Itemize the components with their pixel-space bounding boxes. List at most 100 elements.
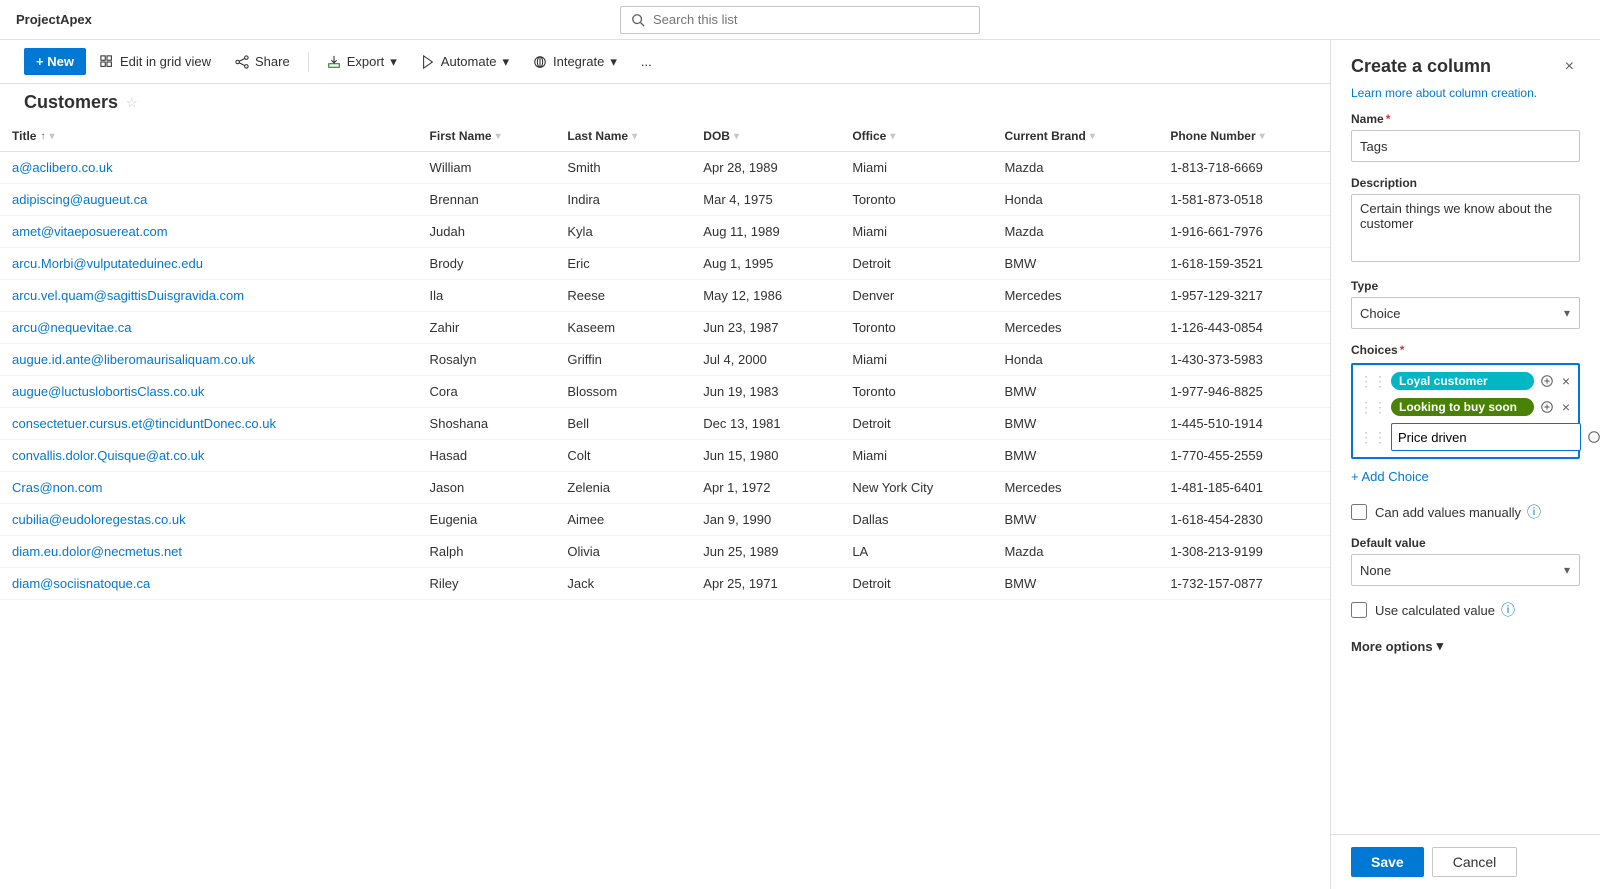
cell-firstName: Hasad xyxy=(418,440,556,472)
toolbar: + New Edit in grid view Share Export ▾ A… xyxy=(0,40,1330,84)
filter-title-icon[interactable]: ▾ xyxy=(49,131,54,142)
col-lastname[interactable]: Last Name ▾ xyxy=(555,121,691,152)
cell-dob: Jun 25, 1989 xyxy=(691,536,840,568)
cell-title[interactable]: arcu@nequevitae.ca xyxy=(0,312,418,344)
cancel-button[interactable]: Cancel xyxy=(1432,847,1518,877)
new-button[interactable]: + New xyxy=(24,48,86,75)
table-row: arcu.vel.quam@sagittisDuisgravida.comIla… xyxy=(0,280,1330,312)
use-calculated-label[interactable]: Use calculated value ⓘ xyxy=(1375,600,1515,620)
type-label: Type xyxy=(1351,279,1580,293)
favorite-icon[interactable]: ☆ xyxy=(126,95,138,111)
cell-title[interactable]: arcu.vel.quam@sagittisDuisgravida.com xyxy=(0,280,418,312)
cell-office: Denver xyxy=(840,280,992,312)
integrate-icon xyxy=(533,55,547,69)
cell-title[interactable]: adipiscing@augueut.ca xyxy=(0,184,418,216)
description-textarea[interactable] xyxy=(1351,194,1580,262)
name-input[interactable] xyxy=(1351,130,1580,162)
cell-lastName: Kyla xyxy=(555,216,691,248)
edit-grid-button[interactable]: Edit in grid view xyxy=(90,48,221,75)
cell-title[interactable]: augue@luctuslobortisClass.co.uk xyxy=(0,376,418,408)
default-value-select[interactable]: None xyxy=(1351,554,1580,586)
col-title[interactable]: Title ↑ ▾ xyxy=(0,121,418,152)
drag-handle-2[interactable]: ⋮⋮ xyxy=(1359,399,1387,416)
description-label: Description xyxy=(1351,176,1580,190)
choice-edit-btn-1[interactable] xyxy=(1538,372,1556,390)
cell-firstName: Jason xyxy=(418,472,556,504)
export-button[interactable]: Export ▾ xyxy=(317,48,407,76)
cell-title[interactable]: diam@sociisnatoque.ca xyxy=(0,568,418,600)
more-options-button[interactable]: More options ▾ xyxy=(1351,634,1443,658)
cell-office: New York City xyxy=(840,472,992,504)
cell-firstName: Zahir xyxy=(418,312,556,344)
cell-lastName: Blossom xyxy=(555,376,691,408)
close-panel-button[interactable]: × xyxy=(1559,56,1580,78)
choice-color-btn-new[interactable] xyxy=(1585,428,1600,446)
cell-lastName: Zelenia xyxy=(555,472,691,504)
can-add-manually-checkbox[interactable] xyxy=(1351,504,1367,520)
use-calculated-checkbox[interactable] xyxy=(1351,602,1367,618)
cell-dob: Jun 15, 1980 xyxy=(691,440,840,472)
cell-title[interactable]: Cras@non.com xyxy=(0,472,418,504)
share-button[interactable]: Share xyxy=(225,48,300,75)
cell-firstName: Ila xyxy=(418,280,556,312)
new-choice-input[interactable] xyxy=(1391,423,1581,451)
choice-remove-btn-2[interactable]: × xyxy=(1560,397,1572,417)
drag-handle-new[interactable]: ⋮⋮ xyxy=(1359,429,1387,446)
cell-title[interactable]: diam.eu.dolor@necmetus.net xyxy=(0,536,418,568)
search-input[interactable] xyxy=(653,12,969,27)
default-value-field-group: Default value None xyxy=(1351,536,1580,586)
can-add-info-icon[interactable]: ⓘ xyxy=(1527,502,1541,522)
filter-dob-icon[interactable]: ▾ xyxy=(734,131,739,142)
filter-firstname-icon[interactable]: ▾ xyxy=(496,131,501,142)
cell-title[interactable]: a@aclibero.co.uk xyxy=(0,152,418,184)
cell-title[interactable]: convallis.dolor.Quisque@at.co.uk xyxy=(0,440,418,472)
sort-asc-icon: ↑ xyxy=(40,131,45,142)
automate-button[interactable]: Automate ▾ xyxy=(411,48,519,76)
cell-lastName: Kaseem xyxy=(555,312,691,344)
cell-title[interactable]: cubilia@eudoloregestas.co.uk xyxy=(0,504,418,536)
choice-edit-btn-2[interactable] xyxy=(1538,398,1556,416)
add-choice-button[interactable]: + Add Choice xyxy=(1351,465,1429,488)
cell-office: Dallas xyxy=(840,504,992,536)
table-container[interactable]: Title ↑ ▾ First Name ▾ xyxy=(0,121,1330,889)
cell-firstName: Brody xyxy=(418,248,556,280)
col-firstname[interactable]: First Name ▾ xyxy=(418,121,556,152)
col-phone[interactable]: Phone Number ▾ xyxy=(1158,121,1330,152)
cell-office: Toronto xyxy=(840,376,992,408)
cell-office: Toronto xyxy=(840,184,992,216)
table-row: a@aclibero.co.ukWilliamSmithApr 28, 1989… xyxy=(0,152,1330,184)
more-toolbar-button[interactable]: ... xyxy=(631,48,662,75)
col-dob[interactable]: DOB ▾ xyxy=(691,121,840,152)
table-row: diam.eu.dolor@necmetus.netRalphOliviaJun… xyxy=(0,536,1330,568)
choice-remove-btn-1[interactable]: × xyxy=(1560,371,1572,391)
export-chevron: ▾ xyxy=(390,54,397,70)
calculated-info-icon[interactable]: ⓘ xyxy=(1501,600,1515,620)
type-field-group: Type Choice Text Number Date Person Yes/… xyxy=(1351,279,1580,329)
cell-title[interactable]: consectetuer.cursus.et@tinciduntDonec.co… xyxy=(0,408,418,440)
app-name: ProjectApex xyxy=(16,12,92,27)
automate-chevron: ▾ xyxy=(502,54,509,70)
drag-handle-1[interactable]: ⋮⋮ xyxy=(1359,373,1387,390)
type-select[interactable]: Choice Text Number Date Person Yes/No xyxy=(1351,297,1580,329)
integrate-button[interactable]: Integrate ▾ xyxy=(523,48,627,76)
save-button[interactable]: Save xyxy=(1351,847,1424,877)
filter-phone-icon[interactable]: ▾ xyxy=(1260,131,1265,142)
cell-currentBrand: BMW xyxy=(992,440,1158,472)
integrate-chevron: ▾ xyxy=(610,54,617,70)
cell-title[interactable]: augue.id.ante@liberomaurisaliquam.co.uk xyxy=(0,344,418,376)
cell-currentBrand: BMW xyxy=(992,376,1158,408)
col-brand[interactable]: Current Brand ▾ xyxy=(992,121,1158,152)
col-office[interactable]: Office ▾ xyxy=(840,121,992,152)
list-title: Customers xyxy=(24,92,118,113)
list-header: Customers ☆ xyxy=(0,84,1330,121)
cell-title[interactable]: amet@vitaeposuereat.com xyxy=(0,216,418,248)
filter-brand-icon[interactable]: ▾ xyxy=(1090,131,1095,142)
filter-office-icon[interactable]: ▾ xyxy=(890,131,895,142)
cell-phoneNumber: 1-445-510-1914 xyxy=(1158,408,1330,440)
cell-title[interactable]: arcu.Morbi@vulputateduinec.edu xyxy=(0,248,418,280)
filter-lastname-icon[interactable]: ▾ xyxy=(632,131,637,142)
search-bar[interactable] xyxy=(620,6,980,34)
cell-phoneNumber: 1-813-718-6669 xyxy=(1158,152,1330,184)
learn-more-link[interactable]: Learn more about column creation. xyxy=(1331,86,1600,112)
can-add-manually-label[interactable]: Can add values manually ⓘ xyxy=(1375,502,1541,522)
